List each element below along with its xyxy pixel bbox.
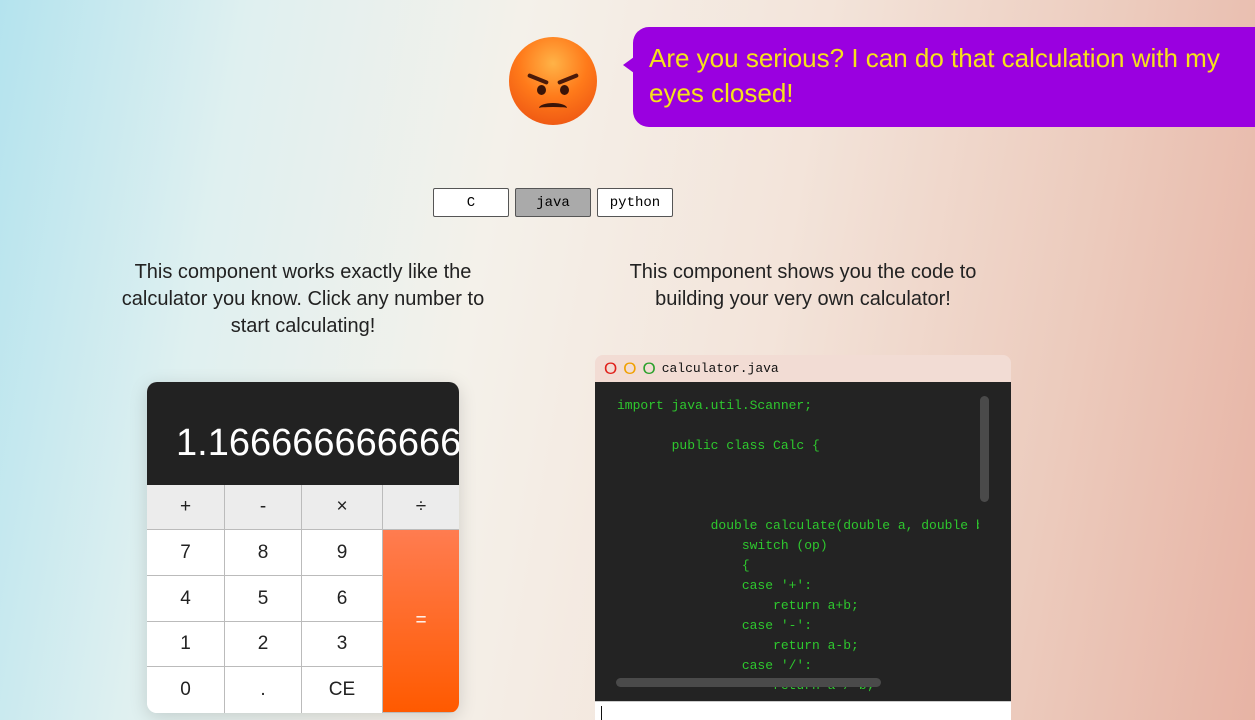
key-9[interactable]: 9 — [302, 530, 383, 576]
right-eye — [560, 85, 569, 95]
key-4[interactable]: 4 — [147, 576, 225, 622]
speech-bubble: Are you serious? I can do that calculati… — [623, 27, 1255, 127]
code-editor: O O O calculator.java import java.util.S… — [595, 355, 1011, 720]
editor-titlebar: O O O calculator.java — [595, 355, 1011, 382]
lang-button-c[interactable]: C — [433, 188, 509, 217]
editor-filename: calculator.java — [661, 361, 779, 376]
key-8[interactable]: 8 — [225, 530, 302, 576]
key-multiply[interactable]: × — [302, 485, 383, 530]
mouth — [539, 103, 567, 113]
key-0[interactable]: 0 — [147, 667, 225, 713]
vertical-scrollbar[interactable] — [980, 396, 989, 502]
key-divide[interactable]: ÷ — [383, 485, 459, 530]
horizontal-scrollbar[interactable] — [616, 678, 881, 687]
key-minus[interactable]: - — [225, 485, 302, 530]
minimize-window-icon[interactable]: O — [623, 360, 636, 377]
key-plus[interactable]: + — [147, 485, 225, 530]
calculator-display: 1.1666666666666667 — [147, 382, 459, 485]
calculator-description: This component works exactly like the ca… — [121, 261, 485, 337]
key-3[interactable]: 3 — [302, 622, 383, 667]
angry-face-emoji — [509, 37, 597, 125]
key-1[interactable]: 1 — [147, 622, 225, 667]
key-2[interactable]: 2 — [225, 622, 302, 667]
calculator: 1.1666666666666667 + - × ÷ 7 8 9 = 4 5 6… — [147, 382, 459, 713]
key-6[interactable]: 6 — [302, 576, 383, 622]
code-area[interactable]: import java.util.Scanner; public class C… — [595, 382, 1011, 701]
lang-button-python[interactable]: python — [597, 188, 673, 217]
code-description: This component shows you the code to bui… — [629, 261, 977, 310]
language-selector: C java python — [433, 188, 673, 217]
key-7[interactable]: 7 — [147, 530, 225, 576]
left-eye — [537, 85, 546, 95]
key-equals[interactable]: = — [383, 530, 459, 713]
close-window-icon[interactable]: O — [604, 360, 617, 377]
maximize-window-icon[interactable]: O — [642, 360, 655, 377]
editor-input-bar[interactable] — [595, 701, 1011, 720]
calculator-keypad: + - × ÷ 7 8 9 = 4 5 6 1 2 3 0 . CE — [147, 485, 459, 713]
text-caret — [601, 706, 602, 720]
left-brow — [527, 73, 549, 85]
lang-button-java[interactable]: java — [515, 188, 591, 217]
code-text: import java.util.Scanner; public class C… — [617, 398, 979, 693]
key-5[interactable]: 5 — [225, 576, 302, 622]
key-decimal[interactable]: . — [225, 667, 302, 713]
key-clear[interactable]: CE — [302, 667, 383, 713]
right-brow — [557, 73, 579, 85]
